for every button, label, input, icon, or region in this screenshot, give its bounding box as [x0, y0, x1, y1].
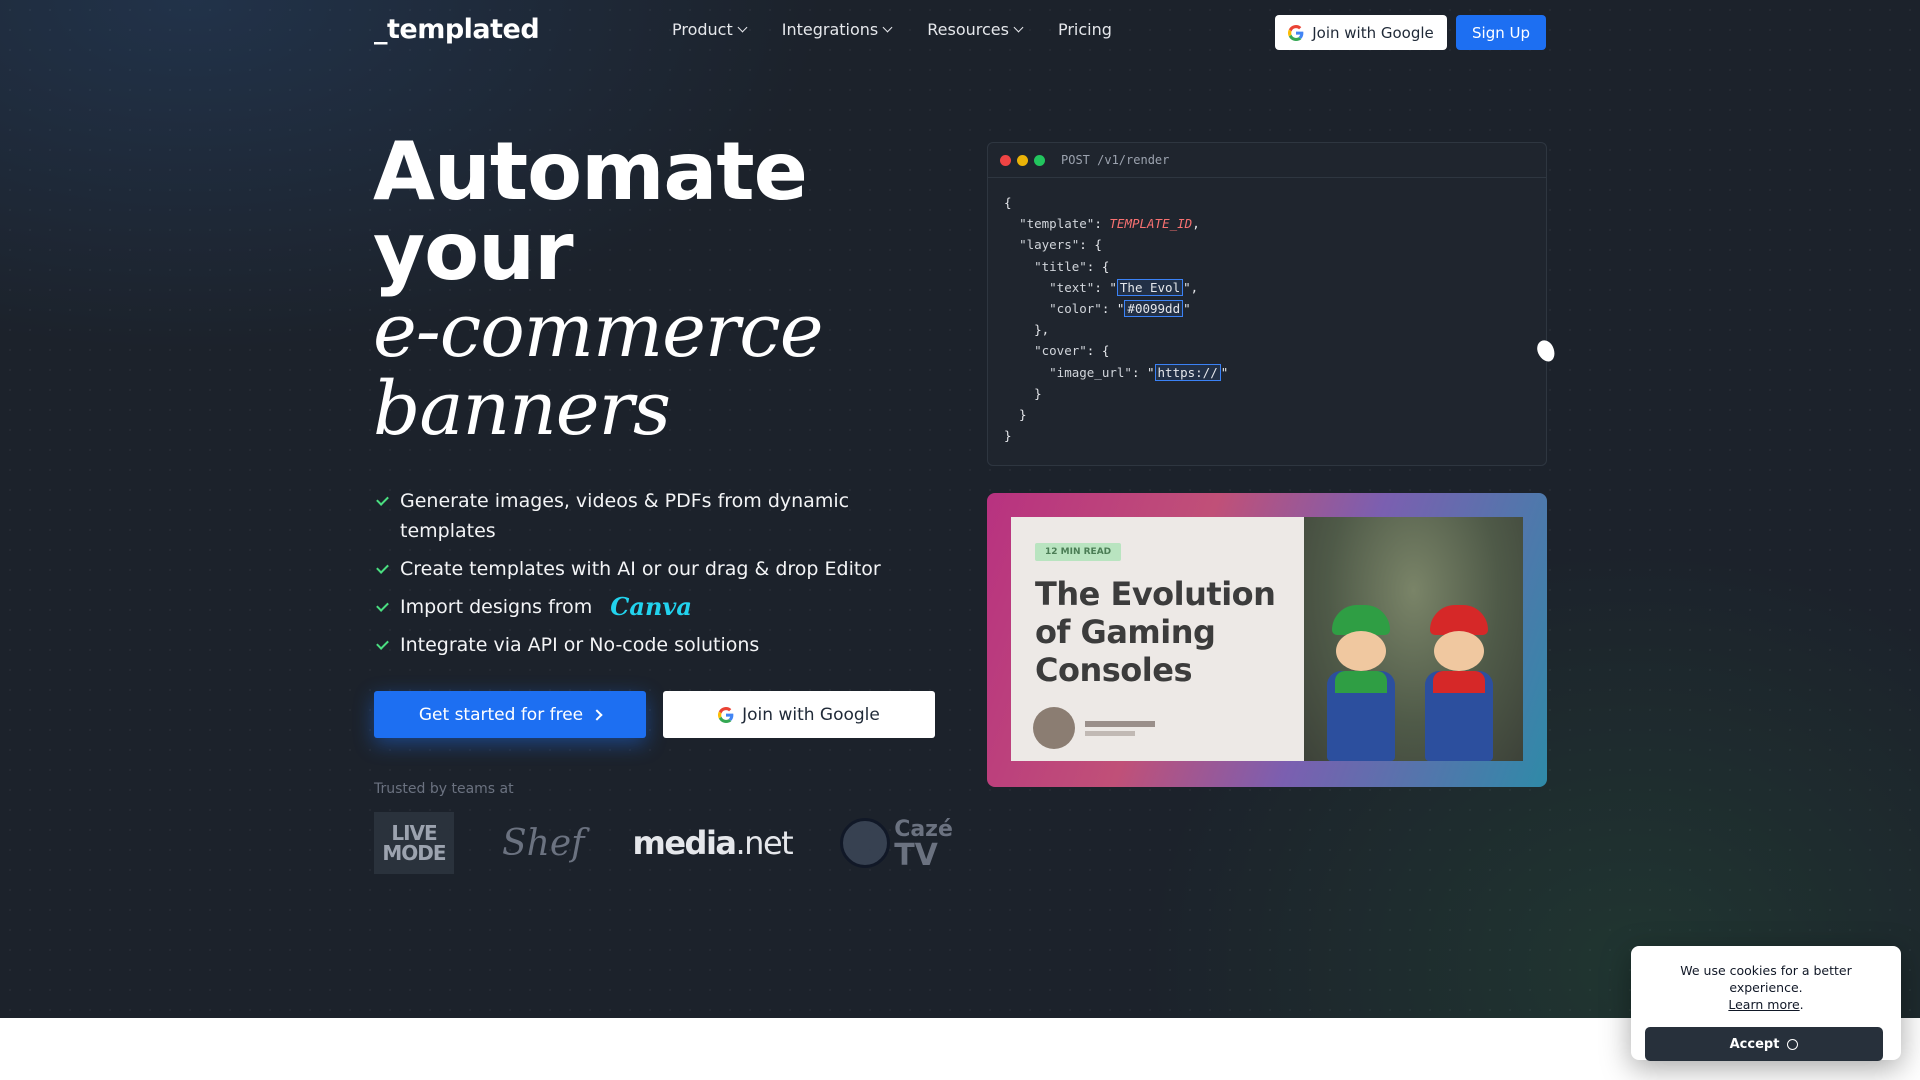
check-icon — [376, 561, 389, 574]
chevron-down-icon — [882, 22, 893, 33]
menu-item-product[interactable]: Product — [672, 20, 748, 39]
accept-label: Accept — [1729, 1036, 1780, 1052]
menu-item-label: Resources — [927, 20, 1009, 39]
learn-more-link[interactable]: Learn more — [1728, 997, 1799, 1012]
feature-item: Generate images, videos & PDFs from dyna… — [373, 486, 933, 546]
headline-line-4: banners — [373, 366, 671, 452]
caze-mascot-icon — [840, 818, 891, 868]
feature-item: Create templates with AI or our drag & d… — [373, 554, 933, 584]
luigi-face — [1336, 631, 1386, 671]
luigi-figure — [1326, 605, 1396, 761]
live-mode-line-2: MODE — [382, 841, 446, 865]
banner-image — [1304, 517, 1523, 761]
headline-line-2: your — [373, 205, 574, 298]
mario-face — [1434, 631, 1484, 671]
sign-up-button[interactable]: Sign Up — [1456, 15, 1546, 50]
menu-item-pricing[interactable]: Pricing — [1058, 20, 1112, 39]
live-mode-line-1: LIVE — [391, 821, 437, 845]
feature-text: Create templates with AI or our drag & d… — [400, 558, 881, 580]
trusted-by-label: Trusted by teams at — [374, 781, 514, 797]
feature-text: Integrate via API or No-code solutions — [400, 634, 760, 656]
banner-title: The Evolution of Gaming Consoles — [1035, 575, 1276, 689]
banner-text-panel: 12 MIN READ The Evolution of Gaming Cons… — [1011, 517, 1304, 761]
window-minimize-dot — [1017, 154, 1028, 166]
media-net-logo: media.net — [632, 824, 794, 862]
join-google-label: Join with Google — [742, 704, 880, 725]
chevron-down-icon — [737, 22, 748, 33]
feature-text: Import designs from — [400, 596, 593, 618]
banner-author — [1033, 707, 1155, 749]
menu-item-label: Integrations — [781, 20, 879, 39]
menu-item-label: Product — [672, 20, 733, 39]
feature-item: Integrate via API or No-code solutions — [373, 630, 933, 660]
accept-cookies-button[interactable]: Accept — [1645, 1027, 1883, 1061]
feature-item: Import designs from Canva — [373, 592, 933, 622]
get-started-label: Get started for free — [418, 704, 584, 725]
chevron-right-icon — [591, 708, 603, 721]
image-url-input[interactable]: https:// — [1154, 363, 1221, 381]
api-code-card: POST /v1/render { "template": TEMPLATE_I… — [987, 142, 1547, 466]
caze-tv-logo: Cazé TV — [840, 817, 953, 873]
check-icon — [376, 493, 389, 506]
main-menu: Product Integrations Resources Pricing — [672, 20, 1112, 39]
google-icon — [718, 706, 734, 723]
author-date-placeholder — [1085, 730, 1135, 736]
banner-preview: 12 MIN READ The Evolution of Gaming Cons… — [987, 493, 1547, 787]
live-mode-logo: LIVE MODE — [374, 812, 454, 874]
window-maximize-dot — [1034, 154, 1045, 166]
author-meta — [1085, 720, 1155, 736]
feature-text: Generate images, videos & PDFs from dyna… — [400, 490, 850, 542]
code-card-title: POST /v1/render — [1061, 153, 1170, 167]
join-google-button[interactable]: Join with Google — [663, 691, 935, 738]
menu-item-integrations[interactable]: Integrations — [781, 20, 893, 39]
check-icon — [376, 637, 389, 650]
headline-line-1: Automate — [373, 125, 808, 218]
luigi-body — [1327, 671, 1395, 761]
brand-logo[interactable]: _templated — [374, 14, 540, 45]
join-google-label: Join with Google — [1312, 23, 1434, 42]
shef-logo: Shef — [502, 822, 585, 864]
cookie-message: We use cookies for a better experience. … — [1680, 963, 1852, 1012]
author-name-placeholder — [1085, 720, 1155, 727]
check-icon — [376, 599, 389, 612]
google-icon — [1288, 24, 1304, 41]
tv-word: TV — [894, 838, 938, 873]
chevron-down-icon — [1013, 22, 1024, 33]
media-net-suffix: .net — [735, 824, 794, 862]
template-id-value: TEMPLATE_ID — [1109, 216, 1193, 232]
luigi-shirt — [1335, 671, 1387, 693]
menu-item-label: Pricing — [1057, 20, 1112, 39]
cookie-icon — [1787, 1038, 1799, 1050]
customer-logos: LIVE MODE Shef media.net Cazé TV — [374, 812, 953, 874]
join-google-nav-button[interactable]: Join with Google — [1275, 15, 1447, 50]
window-close-dot — [1000, 154, 1011, 166]
title-color-input[interactable]: #0099dd — [1124, 300, 1184, 318]
canva-logo: Canva — [610, 592, 692, 621]
read-time-badge: 12 MIN READ — [1035, 543, 1122, 561]
cookie-text: We use cookies for a better experience. — [1680, 963, 1852, 995]
sign-up-label: Sign Up — [1472, 23, 1530, 42]
media-net-word: media — [632, 824, 737, 862]
feature-list: Generate images, videos & PDFs from dyna… — [373, 486, 933, 668]
headline-line-3: e-commerce — [373, 288, 824, 374]
menu-item-resources[interactable]: Resources — [927, 20, 1024, 39]
mario-figure — [1424, 605, 1494, 761]
get-started-button[interactable]: Get started for free — [374, 691, 646, 738]
hero-headline: Automate your e-commerce banners — [373, 125, 933, 452]
cookie-consent: We use cookies for a better experience. … — [1631, 946, 1901, 1061]
mario-body — [1425, 671, 1493, 761]
author-avatar — [1033, 707, 1075, 749]
code-snippet: { "template": TEMPLATE_ID, "layers": { "… — [1004, 195, 1229, 444]
title-text-input[interactable]: The Evol — [1116, 278, 1184, 296]
top-nav: _templated Product Integrations Resource… — [0, 0, 1920, 64]
mario-shirt — [1433, 671, 1485, 693]
banner-canvas: 12 MIN READ The Evolution of Gaming Cons… — [1011, 517, 1523, 761]
dot-grid-background — [0, 0, 1920, 1018]
hero-section: _templated Product Integrations Resource… — [0, 0, 1920, 1018]
code-card-titlebar: POST /v1/render — [988, 143, 1546, 178]
